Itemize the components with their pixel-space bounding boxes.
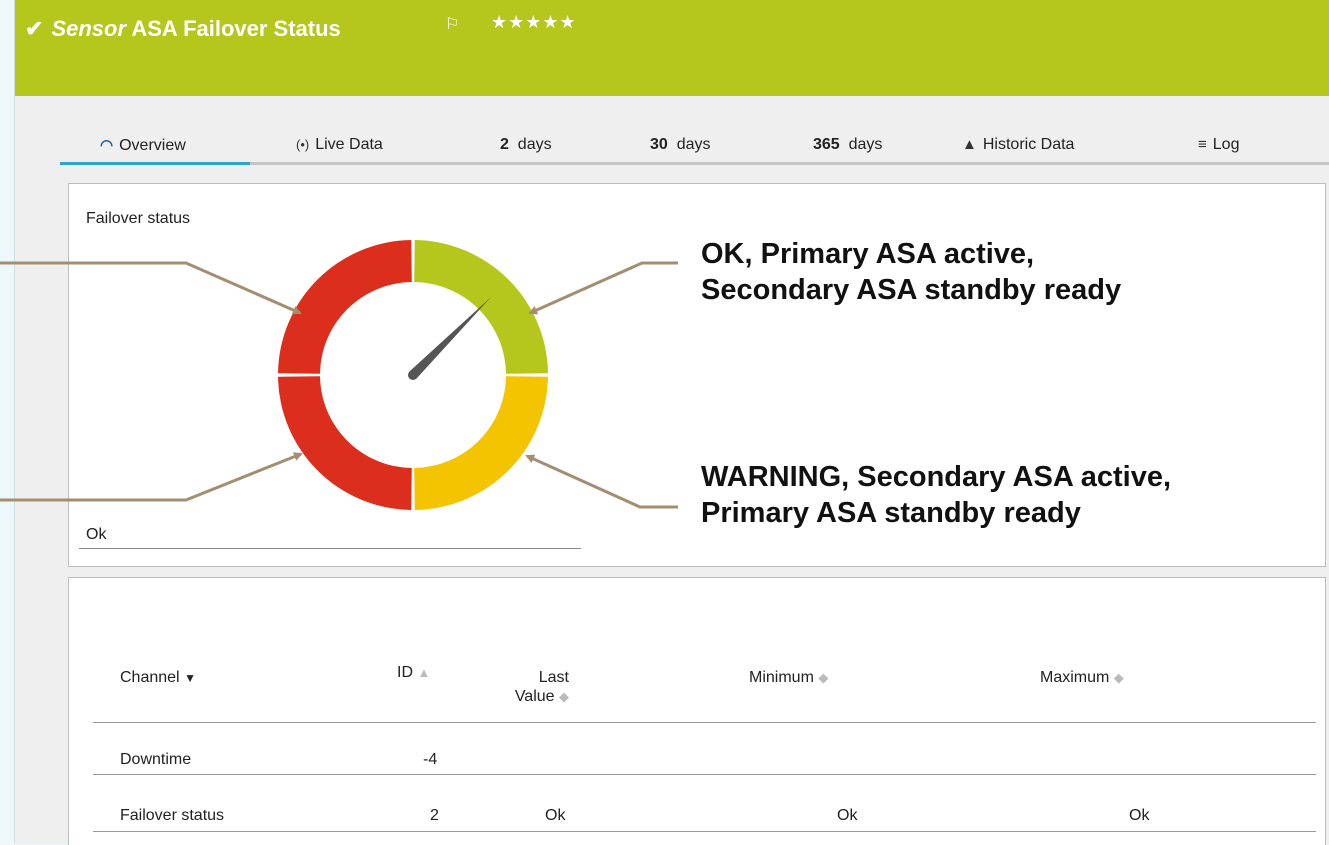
callout-arrow-error-upper [0,261,302,315]
gauge-segment-warning [414,376,548,510]
gauge-overlay [0,240,678,510]
gauge-segment-error-upper [278,240,412,374]
callout-arrow-error-lower [0,452,303,502]
gauge-needle-hub [408,370,418,380]
gauge-needle [409,296,492,379]
gauge-segment-error-lower [278,376,412,510]
callout-arrow-warning [525,454,678,509]
callout-arrow-ok [528,261,678,315]
